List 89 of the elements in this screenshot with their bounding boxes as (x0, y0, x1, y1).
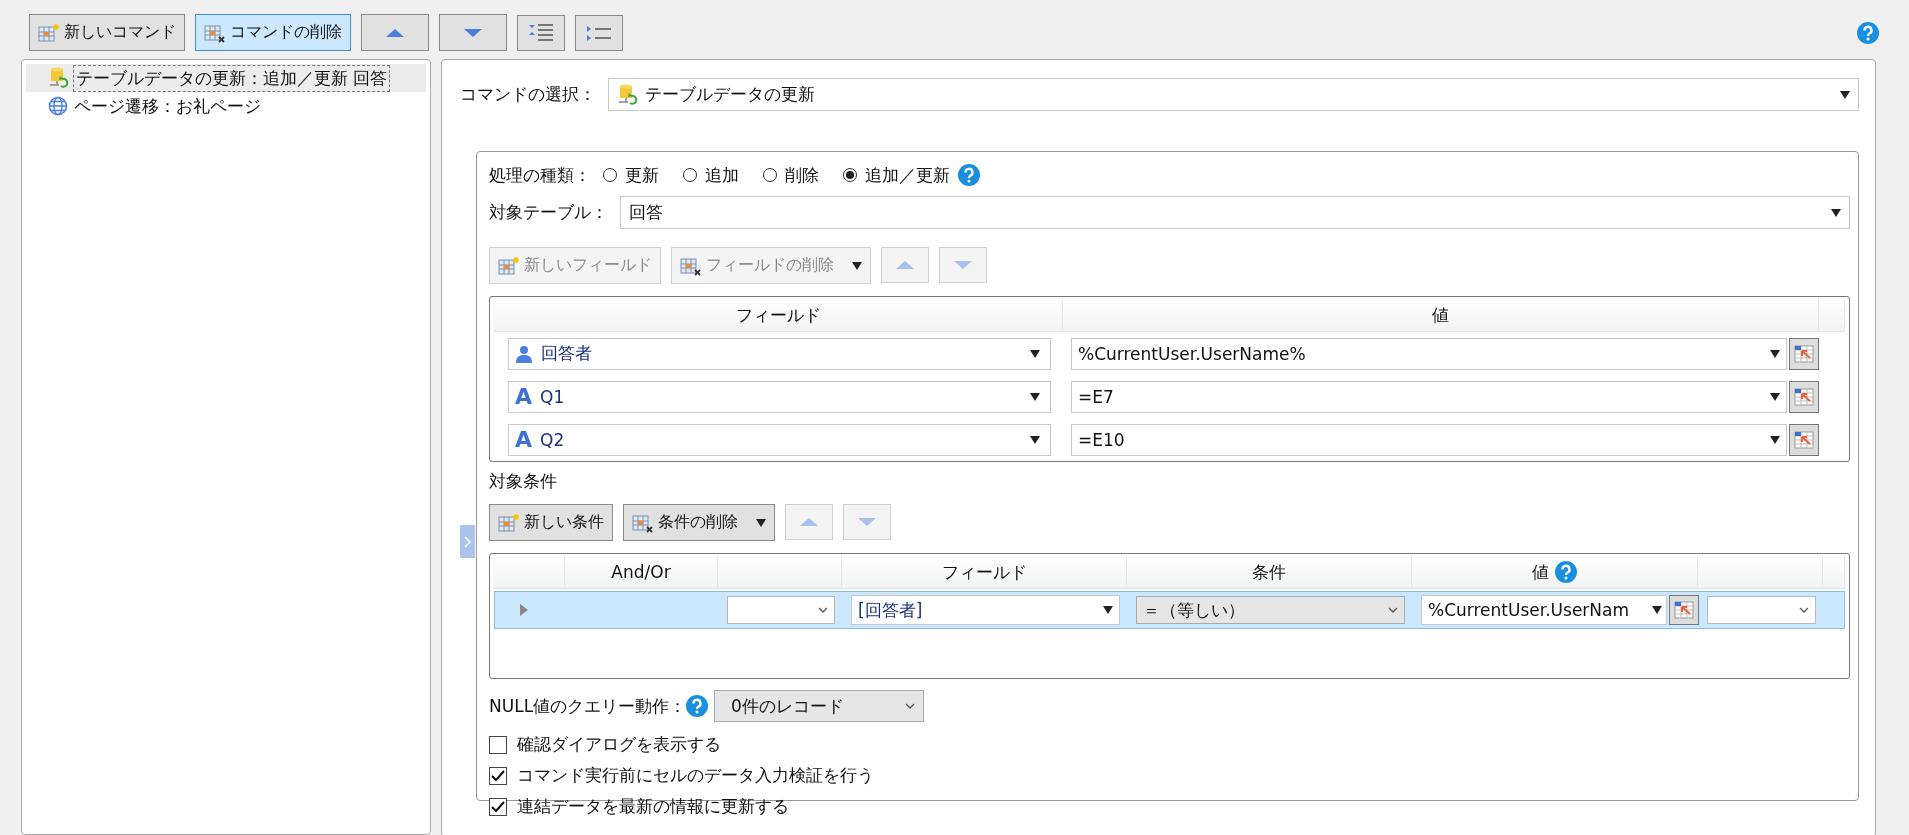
field-dropdown[interactable]: [回答者] (851, 595, 1120, 625)
table-pointer-icon (1794, 387, 1814, 406)
new-grid-icon (38, 22, 60, 43)
cell-reference-button[interactable] (1789, 423, 1819, 456)
combo-box[interactable] (727, 596, 835, 624)
new-grid-icon (498, 255, 520, 276)
command-select-label: コマンドの選択： (460, 83, 596, 106)
target-table-select[interactable]: 回答 (620, 196, 1850, 229)
move-up-button[interactable] (361, 14, 429, 51)
checkmark-icon (491, 800, 505, 813)
globe-icon (48, 96, 68, 116)
dropdown-arrow-icon (1030, 435, 1040, 444)
delete-button[interactable]: コマンドの削除 (195, 14, 351, 51)
expand-handle[interactable] (460, 525, 475, 558)
command-item[interactable]: テーブルデータの更新：追加／更新 回答 (26, 64, 426, 92)
table-pointer-icon (1794, 344, 1814, 363)
text-field-icon: A (515, 384, 533, 409)
operation-radio[interactable]: 削除 (763, 163, 819, 187)
field-dropdown[interactable]: 回答者 (508, 337, 1051, 370)
down-arrow-icon (953, 260, 973, 270)
text-field-icon: A (515, 427, 533, 452)
chevron-down-icon (1388, 606, 1398, 614)
help-icon (686, 695, 709, 717)
dropdown-arrow-icon (1030, 392, 1040, 401)
chevron-down-icon (905, 702, 916, 710)
up-arrow-icon (895, 260, 915, 270)
delete-button[interactable]: 条件の削除 (623, 504, 775, 541)
column-header: And/Or (611, 562, 671, 582)
database-update-icon (617, 83, 639, 106)
operation-radio[interactable]: 更新 (603, 163, 659, 187)
cell-reference-button[interactable] (1789, 337, 1819, 370)
conditions-label: 対象条件 (489, 469, 557, 493)
table-pointer-icon (1794, 430, 1814, 449)
move-down-button[interactable] (439, 14, 507, 51)
combo-box[interactable] (1707, 596, 1816, 624)
dropdown-arrow-icon (1770, 435, 1780, 444)
checkmark-icon (491, 769, 505, 782)
null-query-dropdown[interactable]: 0件のレコード (714, 690, 925, 722)
command-select[interactable]: テーブルデータの更新 (608, 78, 1859, 111)
dropdown-arrow-icon (1831, 208, 1841, 217)
condition-dropdown[interactable]: ＝（等しい） (1136, 596, 1405, 624)
help-icon (1857, 21, 1879, 44)
down-arrow-icon (463, 27, 483, 38)
help-icon (958, 164, 980, 186)
chevron-down-icon (1799, 606, 1809, 614)
operation-label: 処理の種類： (489, 163, 591, 187)
row-indicator-icon (519, 603, 529, 617)
dropdown-arrow-icon (1030, 349, 1040, 358)
null-query-label: NULL値のクエリー動作： (489, 694, 687, 718)
down-arrow-icon (857, 517, 877, 527)
up-arrow-icon (385, 27, 405, 38)
dropdown-arrow-icon (1652, 606, 1662, 614)
value-field[interactable]: %CurrentUser.UserName% (1071, 337, 1787, 370)
condition-row[interactable]: [回答者] ＝（等しい） %CurrentUser.UserNam (494, 591, 1845, 629)
up-arrow-icon (799, 517, 819, 527)
operation-radio[interactable]: 追加 (683, 163, 739, 187)
value-field[interactable]: %CurrentUser.UserNam (1421, 595, 1667, 625)
new-grid-icon (498, 512, 520, 533)
person-icon (515, 344, 533, 363)
indent-icon (528, 22, 554, 43)
cell-reference-button[interactable] (1669, 595, 1699, 625)
target-table-label: 対象テーブル： (489, 201, 608, 224)
cell-reference-button[interactable] (1789, 380, 1819, 413)
column-header: フィールド (494, 299, 1063, 331)
column-header: 値 (1532, 560, 1549, 584)
value-field[interactable]: =E7 (1071, 380, 1787, 413)
column-header: 条件 (1252, 560, 1286, 584)
chevron-down-icon (818, 606, 828, 614)
dropdown-arrow-icon (1770, 349, 1780, 358)
column-header: フィールド (941, 560, 1027, 584)
option-checkbox[interactable]: コマンド実行前にセルのデータ入力検証を行う (489, 760, 874, 791)
new-button[interactable]: 新しいコマンド (29, 14, 185, 51)
table-pointer-icon (1674, 601, 1694, 619)
field-dropdown[interactable]: A Q1 (508, 380, 1051, 413)
database-update-icon (48, 67, 70, 89)
command-item[interactable]: ページ遷移：お礼ページ (26, 92, 426, 120)
dropdown-arrow-icon (1770, 392, 1780, 401)
option-checkbox[interactable]: 確認ダイアログを表示する (489, 729, 721, 760)
dropdown-arrow-icon (1103, 606, 1113, 614)
field-dropdown[interactable]: A Q2 (508, 423, 1051, 456)
indent-button[interactable] (517, 14, 565, 51)
operation-radio[interactable]: 追加／更新 (843, 163, 950, 187)
new-button[interactable]: 新しい条件 (489, 504, 613, 541)
dropdown-arrow-icon (1840, 90, 1850, 99)
value-field[interactable]: =E10 (1071, 423, 1787, 456)
chevron-right-icon (464, 535, 471, 548)
column-header: 値 (1063, 299, 1819, 331)
outdent-button[interactable] (575, 14, 623, 51)
option-checkbox[interactable]: 連結データを最新の情報に更新する (489, 791, 789, 822)
